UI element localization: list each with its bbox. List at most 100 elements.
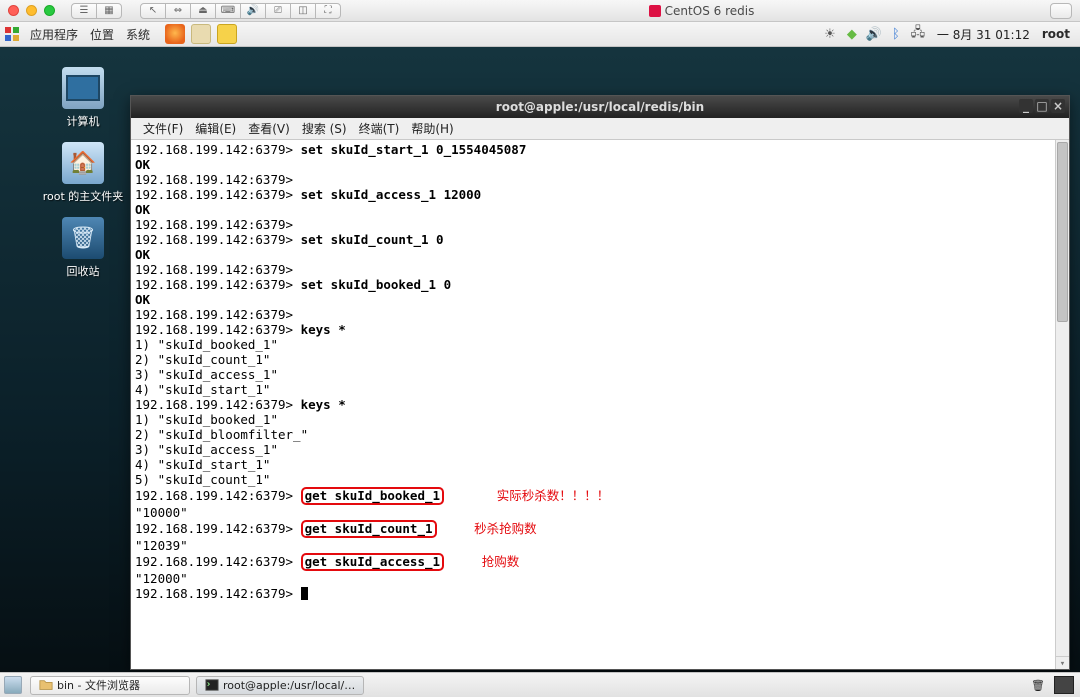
prompt: 192.168.199.142:6379> (135, 232, 293, 247)
user-label[interactable]: root (1042, 27, 1070, 41)
prompt: 192.168.199.142:6379> (135, 142, 293, 157)
desktop-trash-icon[interactable]: 回收站 (38, 217, 128, 279)
taskbar-item-filebrowser[interactable]: bin - 文件浏览器 (30, 676, 190, 695)
output: 1) "skuId_booked_1" (135, 412, 278, 427)
prompt: 192.168.199.142:6379> (135, 586, 293, 601)
cmd: set skuId_booked_1 0 (301, 277, 452, 292)
terminal-menubar: 文件(F) 编辑(E) 查看(V) 搜索 (S) 终端(T) 帮助(H) (131, 118, 1069, 140)
minimize-button[interactable] (26, 5, 37, 16)
terminal-title-text: root@apple:/usr/local/redis/bin (496, 100, 704, 114)
prompt: 192.168.199.142:6379> (135, 322, 293, 337)
output: "10000" (135, 505, 188, 520)
mac-tool-volume-icon[interactable]: 🔊 (240, 3, 266, 19)
mac-tool-eject-icon[interactable]: ⏏ (190, 3, 216, 19)
terminal-maximize-button[interactable]: □ (1035, 99, 1049, 113)
centos-icon (649, 5, 661, 17)
menu-places[interactable]: 位置 (84, 26, 120, 43)
menu-system[interactable]: 系统 (120, 26, 156, 43)
annotation-kill-buy: 秒杀抢购数 (474, 521, 537, 536)
desktop-home-icon[interactable]: root 的主文件夹 (38, 142, 128, 204)
output: 2) "skuId_count_1" (135, 352, 270, 367)
applications-icon (4, 26, 20, 42)
gnome-top-panel: 应用程序 位置 系统 ☀ ◆ 🔊 ᛒ 🖧 一 8月 31 01:12 root (0, 22, 1080, 47)
vm-title: CentOS 6 redis (359, 4, 1044, 18)
cmd: keys * (301, 322, 346, 337)
taskbar-item-label: bin - 文件浏览器 (57, 677, 140, 693)
network-icon[interactable]: 🖧 (909, 26, 927, 42)
mac-tool-list-icon[interactable]: ☰ (71, 3, 97, 19)
show-desktop-button[interactable] (4, 676, 22, 694)
prompt: 192.168.199.142:6379> (135, 217, 293, 232)
terminal-icon (205, 678, 219, 692)
mac-tool-window-icon[interactable]: ◫ (290, 3, 316, 19)
mac-right-button[interactable] (1050, 3, 1072, 19)
menu-terminal[interactable]: 终端(T) (353, 120, 406, 137)
update-icon[interactable]: ☀ (821, 26, 839, 42)
terminal-minimize-button[interactable]: _ (1019, 99, 1033, 113)
desktop-icon-label: 回收站 (38, 263, 128, 279)
terminal-scrollbar[interactable]: ▾ (1055, 140, 1069, 669)
output: OK (135, 157, 150, 172)
gnome-bottom-panel: bin - 文件浏览器 root@apple:/usr/local/… 🗑 (0, 672, 1080, 697)
prompt: 192.168.199.142:6379> (135, 488, 293, 503)
scrollbar-thumb[interactable] (1057, 142, 1068, 322)
annotation-actual-kill: 实际秒杀数！！！！ (497, 488, 610, 503)
menu-file[interactable]: 文件(F) (137, 120, 189, 137)
taskbar-item-label: root@apple:/usr/local/… (223, 679, 355, 692)
zoom-button[interactable] (44, 5, 55, 16)
vm-title-text: CentOS 6 redis (665, 4, 755, 18)
clock-text[interactable]: 一 8月 31 01:12 (937, 26, 1030, 43)
terminal-body[interactable]: 192.168.199.142:6379> set skuId_start_1 … (131, 140, 1069, 669)
mac-tool-grid-icon[interactable]: ▦ (96, 3, 122, 19)
desktop-computer-icon[interactable]: 计算机 (38, 67, 128, 129)
mac-tool-resize-icon[interactable]: ⇔ (165, 3, 191, 19)
desktop-icon-label: 计算机 (38, 113, 128, 129)
menu-help[interactable]: 帮助(H) (405, 120, 459, 137)
menu-view[interactable]: 查看(V) (242, 120, 296, 137)
panel-trash-icon[interactable]: 🗑 (1028, 676, 1048, 694)
cmd: set skuId_count_1 0 (301, 232, 444, 247)
terminal-window: root@apple:/usr/local/redis/bin _ □ × 文件… (130, 95, 1070, 670)
mac-tool-cursor-icon[interactable]: ↖ (140, 3, 166, 19)
output: 3) "skuId_access_1" (135, 367, 278, 382)
menu-applications[interactable]: 应用程序 (24, 26, 84, 43)
taskbar-item-terminal[interactable]: root@apple:/usr/local/… (196, 676, 364, 695)
notes-launcher-icon[interactable] (217, 24, 237, 44)
virtualbox-icon[interactable]: ◆ (843, 26, 861, 42)
output: OK (135, 202, 150, 217)
output: "12039" (135, 538, 188, 553)
output: OK (135, 292, 150, 307)
menu-edit[interactable]: 编辑(E) (189, 120, 242, 137)
output: 2) "skuId_bloomfilter_" (135, 427, 308, 442)
prompt: 192.168.199.142:6379> (135, 521, 293, 536)
bluetooth-icon[interactable]: ᛒ (887, 26, 905, 42)
trash-icon (62, 217, 104, 259)
terminal-titlebar[interactable]: root@apple:/usr/local/redis/bin _ □ × (131, 96, 1069, 118)
cmd: set skuId_start_1 0_1554045087 (301, 142, 527, 157)
prompt: 192.168.199.142:6379> (135, 554, 293, 569)
output: 3) "skuId_access_1" (135, 442, 278, 457)
cmd: keys * (301, 397, 346, 412)
mac-tool-keyboard-icon[interactable]: ⌨ (215, 3, 241, 19)
annotation-buy: 抢购数 (482, 554, 520, 569)
menu-search[interactable]: 搜索 (S) (296, 120, 353, 137)
cmd-get-count: get skuId_count_1 (301, 520, 437, 538)
output: 4) "skuId_start_1" (135, 457, 270, 472)
home-folder-icon (62, 142, 104, 184)
prompt: 192.168.199.142:6379> (135, 187, 293, 202)
terminal-cursor (301, 587, 308, 600)
file-manager-launcher-icon[interactable] (191, 24, 211, 44)
terminal-close-button[interactable]: × (1051, 99, 1065, 113)
mac-tool-fullscreen-icon[interactable]: ⛶ (315, 3, 341, 19)
desktop[interactable]: 计算机 root 的主文件夹 回收站 root@apple:/usr/local… (0, 47, 1080, 672)
firefox-launcher-icon[interactable] (165, 24, 185, 44)
scrollbar-down-icon[interactable]: ▾ (1056, 656, 1069, 669)
prompt: 192.168.199.142:6379> (135, 307, 293, 322)
output: 4) "skuId_start_1" (135, 382, 270, 397)
workspace-switcher[interactable] (1054, 676, 1074, 694)
cmd: set skuId_access_1 12000 (301, 187, 482, 202)
mac-tool-camera-icon[interactable]: ⎚ (265, 3, 291, 19)
desktop-icon-label: root 的主文件夹 (38, 188, 128, 204)
sound-icon[interactable]: 🔊 (865, 26, 883, 42)
close-button[interactable] (8, 5, 19, 16)
